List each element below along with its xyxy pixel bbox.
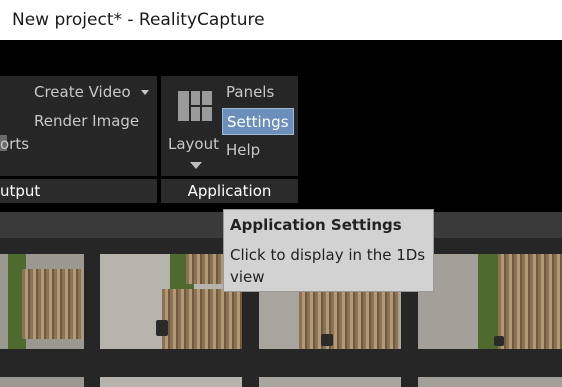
render-image-button[interactable]: Render Image [34,112,139,130]
help-button[interactable]: Help [222,137,264,164]
output-group-label-text: utput [0,182,41,200]
settings-button[interactable]: Settings [222,108,294,135]
exports-button-label[interactable]: orts [0,135,29,153]
image-thumbnail[interactable] [100,254,242,349]
image-thumbnail[interactable] [0,377,84,387]
create-video-button[interactable]: Create Video [34,83,131,101]
layout-grid-icon [178,91,212,121]
image-thumbnail[interactable] [0,254,84,349]
ribbon: orts Create Video Render Image utput Lay… [0,40,562,212]
image-thumbnail[interactable] [259,377,401,387]
image-thumbnail[interactable] [418,254,562,349]
layout-button-label: Layout [168,135,219,153]
tooltip-title: Application Settings [230,216,402,234]
application-group-label: Application [161,179,298,203]
create-video-dropdown-icon[interactable] [141,90,149,95]
output-group-label: utput [0,179,157,203]
dropdown-arrow-icon [190,162,202,169]
panels-button[interactable]: Panels [222,79,278,106]
image-thumbnail[interactable] [100,377,242,387]
image-thumbnail[interactable] [418,377,562,387]
settings-tooltip: Application Settings Click to display in… [223,209,434,292]
tooltip-text: Click to display in the 1Ds view [230,246,426,286]
layout-button[interactable]: Layout [163,86,221,174]
title-bar: New project* - RealityCapture [0,0,562,40]
window-title: New project* - RealityCapture [12,10,265,30]
